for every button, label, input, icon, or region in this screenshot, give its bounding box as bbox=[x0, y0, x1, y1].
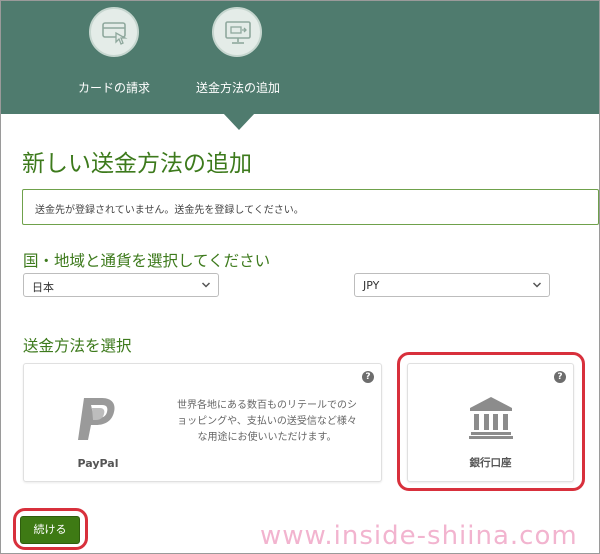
chevron-down-icon bbox=[201, 282, 211, 288]
paypal-logo-icon bbox=[78, 398, 115, 440]
currency-select-value: JPY bbox=[363, 279, 380, 292]
highlight-bank-option bbox=[397, 352, 585, 491]
paypal-description: 世界各地にある数百ものリテールでのショッピングや、支払いの送受信など様々な用途に… bbox=[177, 400, 357, 443]
notice-box: 送金先が登録されていません。送金先を登録してください。 bbox=[22, 189, 599, 225]
country-select-value: 日本 bbox=[32, 281, 54, 294]
progress-header: カードの請求 送金方法の追加 bbox=[1, 1, 599, 114]
site-watermark: www.inside-shiina.com bbox=[260, 521, 578, 551]
notice-text: 送金先が登録されていません。送金先を登録してください。 bbox=[35, 205, 304, 216]
currency-select[interactable]: JPY bbox=[354, 273, 550, 297]
chevron-down-icon bbox=[532, 282, 542, 288]
help-icon[interactable]: ? bbox=[362, 371, 374, 383]
step-label: 送金方法の追加 bbox=[195, 81, 280, 95]
country-section-title: 国・地域と通貨を選択してください bbox=[23, 252, 271, 270]
method-section-title: 送金方法を選択 bbox=[23, 337, 132, 355]
page-frame: カードの請求 送金方法の追加 新しい送金方法の追加 送金先が登録されていません。… bbox=[0, 0, 600, 554]
paypal-label: PayPal bbox=[77, 457, 119, 470]
page-title: 新しい送金方法の追加 bbox=[22, 151, 252, 177]
highlight-continue-button bbox=[13, 508, 88, 550]
card-billing-icon bbox=[89, 7, 139, 57]
paypal-option-card[interactable]: PayPal 世界各地にある数百ものリテールでのショッピングや、支払いの送受信な… bbox=[23, 363, 382, 482]
country-select[interactable]: 日本 bbox=[23, 273, 219, 297]
computer-transfer-icon bbox=[212, 7, 262, 57]
current-step-pointer bbox=[223, 113, 255, 130]
